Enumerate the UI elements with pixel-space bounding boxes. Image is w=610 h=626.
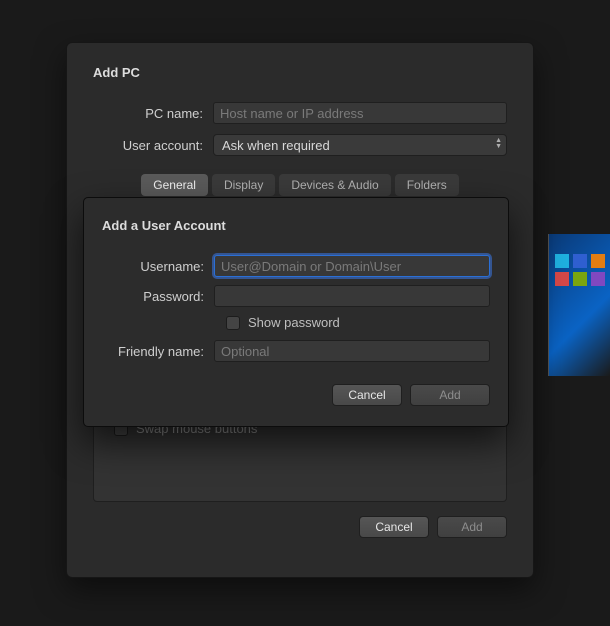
- tab-folders[interactable]: Folders: [395, 174, 459, 196]
- friendly-name-input[interactable]: [214, 340, 490, 362]
- tab-bar: General Display Devices & Audio Folders: [93, 174, 507, 196]
- password-input[interactable]: [214, 285, 490, 307]
- desktop-thumbnail: [548, 234, 610, 376]
- tab-display[interactable]: Display: [212, 174, 275, 196]
- friendly-name-label: Friendly name:: [102, 344, 214, 359]
- user-account-label: User account:: [93, 138, 213, 153]
- chevron-updown-icon: ▲▼: [495, 138, 502, 150]
- username-input[interactable]: [214, 255, 490, 277]
- addpc-button-bar: Cancel Add: [93, 516, 507, 538]
- modal-button-bar: Cancel Add: [102, 384, 490, 406]
- show-password-label: Show password: [248, 315, 340, 330]
- addpc-cancel-button[interactable]: Cancel: [359, 516, 429, 538]
- modal-add-button[interactable]: Add: [410, 384, 490, 406]
- user-account-value: Ask when required: [222, 138, 330, 153]
- friendly-name-row: Friendly name:: [102, 340, 490, 362]
- user-account-row: User account: Ask when required ▲▼: [93, 134, 507, 156]
- modal-title: Add a User Account: [102, 218, 490, 233]
- password-label: Password:: [102, 289, 214, 304]
- username-label: Username:: [102, 259, 214, 274]
- tab-devices-audio[interactable]: Devices & Audio: [279, 174, 390, 196]
- addpc-add-button[interactable]: Add: [437, 516, 507, 538]
- tab-general[interactable]: General: [141, 174, 208, 196]
- pc-name-row: PC name:: [93, 102, 507, 124]
- username-row: Username:: [102, 255, 490, 277]
- add-user-account-modal: Add a User Account Username: Password: S…: [83, 197, 509, 427]
- modal-cancel-button[interactable]: Cancel: [332, 384, 402, 406]
- show-password-row: Show password: [226, 315, 490, 330]
- pc-name-input[interactable]: [213, 102, 507, 124]
- show-password-checkbox[interactable]: [226, 316, 240, 330]
- password-row: Password:: [102, 285, 490, 307]
- pc-name-label: PC name:: [93, 106, 213, 121]
- sheet-title: Add PC: [93, 65, 507, 80]
- user-account-select[interactable]: Ask when required ▲▼: [213, 134, 507, 156]
